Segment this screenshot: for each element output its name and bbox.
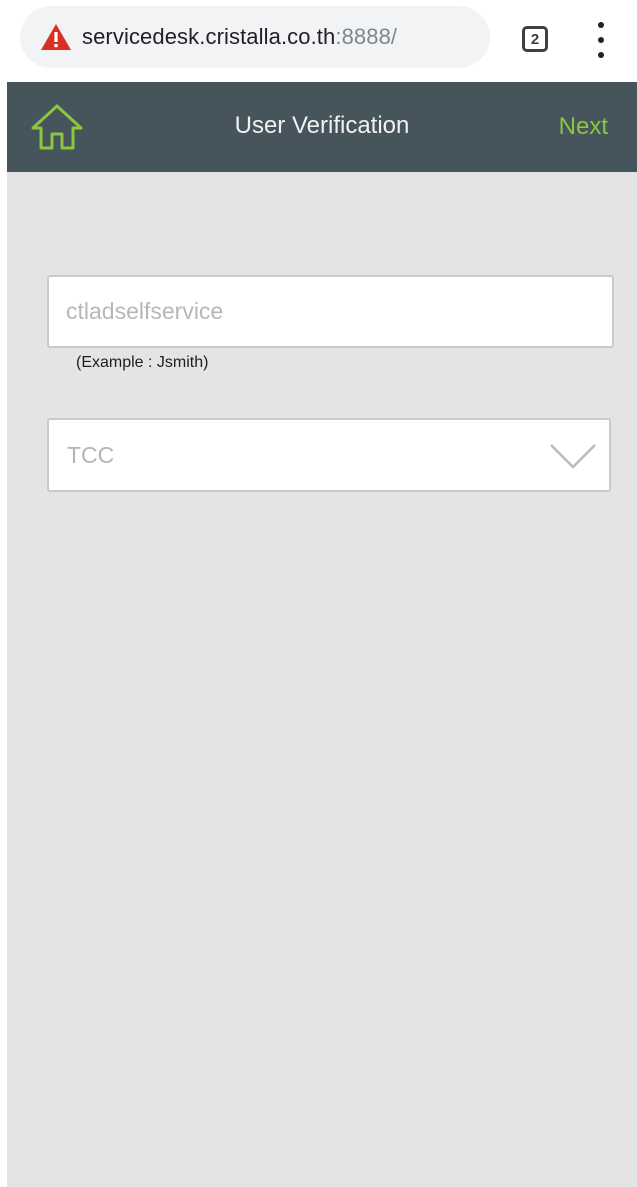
- app-header: User Verification Next: [7, 82, 637, 172]
- username-input[interactable]: [49, 277, 612, 346]
- url-host: servicedesk.cristalla.co.th: [82, 24, 336, 49]
- tab-switcher-button[interactable]: 2: [522, 26, 548, 52]
- address-bar[interactable]: servicedesk.cristalla.co.th:8888/: [20, 6, 490, 68]
- browser-toolbar: servicedesk.cristalla.co.th:8888/ 2: [0, 0, 637, 82]
- username-hint: (Example : Jsmith): [76, 354, 209, 371]
- url-text[interactable]: servicedesk.cristalla.co.th:8888/: [82, 24, 397, 50]
- app-frame: User Verification Next (Example : Jsmith…: [7, 82, 637, 1187]
- next-button[interactable]: Next: [559, 82, 608, 172]
- domain-selected-value: TCC: [67, 442, 115, 468]
- tab-count: 2: [530, 30, 540, 48]
- page-title: User Verification: [234, 112, 410, 139]
- chevron-down-icon: [550, 444, 596, 469]
- warning-triangle-icon[interactable]: [40, 23, 72, 51]
- home-icon[interactable]: [29, 102, 85, 152]
- more-vert-icon[interactable]: [588, 22, 614, 58]
- domain-select[interactable]: TCC: [47, 418, 611, 492]
- username-field-wrapper: [47, 275, 614, 348]
- url-port: :8888/: [335, 24, 398, 49]
